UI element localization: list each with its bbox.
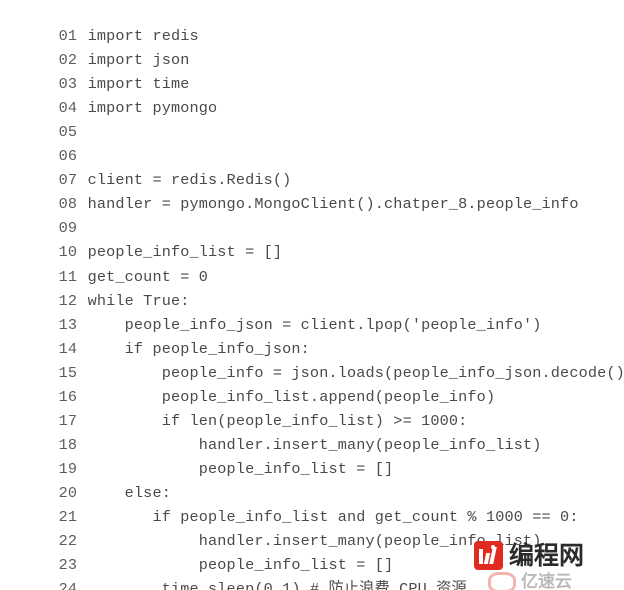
line-number: 17 xyxy=(58,411,78,430)
line-content: if people_info_json: xyxy=(87,339,310,358)
line-number: 08 xyxy=(58,195,78,214)
line-number: 15 xyxy=(58,363,78,382)
code-line: 01 import redis xyxy=(0,0,624,45)
line-number: 03 xyxy=(58,75,78,94)
line-content: time.sleep(0.1) xyxy=(87,580,310,590)
line-content: import time xyxy=(87,75,190,94)
line-content: handler = pymongo.MongoClient().chatper_… xyxy=(87,195,579,214)
line-number: 01 xyxy=(58,27,78,46)
logo-stroke-1 xyxy=(479,549,483,564)
line-content: else: xyxy=(87,483,171,502)
code-line: 06 xyxy=(0,120,624,165)
line-content: people_info_json = client.lpop('people_i… xyxy=(87,315,542,334)
watermark-brand-text: 编程网 xyxy=(509,541,585,570)
code-line: 10 people_info_list = [] xyxy=(0,216,624,261)
logo-stroke-3 xyxy=(489,547,497,564)
line-number: 10 xyxy=(58,243,78,262)
watermark-sub-text: 亿速云 xyxy=(521,572,572,590)
line-content: if len(people_info_list) >= 1000: xyxy=(87,411,468,430)
line-number: 14 xyxy=(58,339,78,358)
line-content: while True: xyxy=(87,291,190,310)
line-number: 02 xyxy=(58,51,78,70)
watermark-sub-mark-icon xyxy=(488,572,516,590)
watermark-logo: 编程网 亿速云 xyxy=(474,541,624,590)
line-content: people_info_list = [] xyxy=(87,243,283,262)
line-number: 13 xyxy=(58,315,78,334)
line-number: 11 xyxy=(58,267,78,286)
line-number: 16 xyxy=(58,387,78,406)
line-content: people_info_list = [] xyxy=(87,459,394,478)
line-number: 05 xyxy=(58,123,78,142)
watermark-sub-row: 亿速云 xyxy=(488,572,572,590)
line-number: 19 xyxy=(58,459,78,478)
line-number: 12 xyxy=(58,291,78,310)
code-screenshot: 01 import redis 02 import json 03 import ti… xyxy=(0,0,624,590)
line-content: import redis xyxy=(87,27,199,46)
line-content: import pymongo xyxy=(87,99,218,118)
code-listing: 01 import redis 02 import json 03 import ti… xyxy=(0,0,624,590)
watermark-brand-row: 编程网 xyxy=(474,541,584,570)
line-number: 09 xyxy=(58,219,78,238)
logo-dot xyxy=(491,545,495,549)
line-content: people_info_list.append(people_info) xyxy=(87,387,496,406)
logo-mark-icon xyxy=(474,541,503,570)
line-number: 06 xyxy=(58,147,78,166)
line-content: import json xyxy=(87,51,190,70)
line-number: 18 xyxy=(58,435,78,454)
line-content: client = redis.Redis() xyxy=(87,171,292,190)
line-number: 21 xyxy=(58,507,78,526)
line-number: 07 xyxy=(58,171,78,190)
line-content: people_info = json.loads(people_info_jso… xyxy=(87,363,624,382)
line-number: 22 xyxy=(58,532,78,551)
line-number: 04 xyxy=(58,99,78,118)
line-content: get_count = 0 xyxy=(87,267,209,286)
line-content: handler.insert_many(people_info_list) xyxy=(87,435,542,454)
line-number: 24 xyxy=(58,580,78,590)
line-content: people_info_list = [] xyxy=(87,556,394,575)
line-number: 20 xyxy=(58,483,78,502)
code-line: 07 client = redis.Redis() xyxy=(0,144,624,189)
line-number: 23 xyxy=(58,556,78,575)
line-content: if people_info_list and get_count % 1000… xyxy=(87,507,579,526)
line-comment: # 防止浪费 CPU 资源 xyxy=(309,580,467,590)
